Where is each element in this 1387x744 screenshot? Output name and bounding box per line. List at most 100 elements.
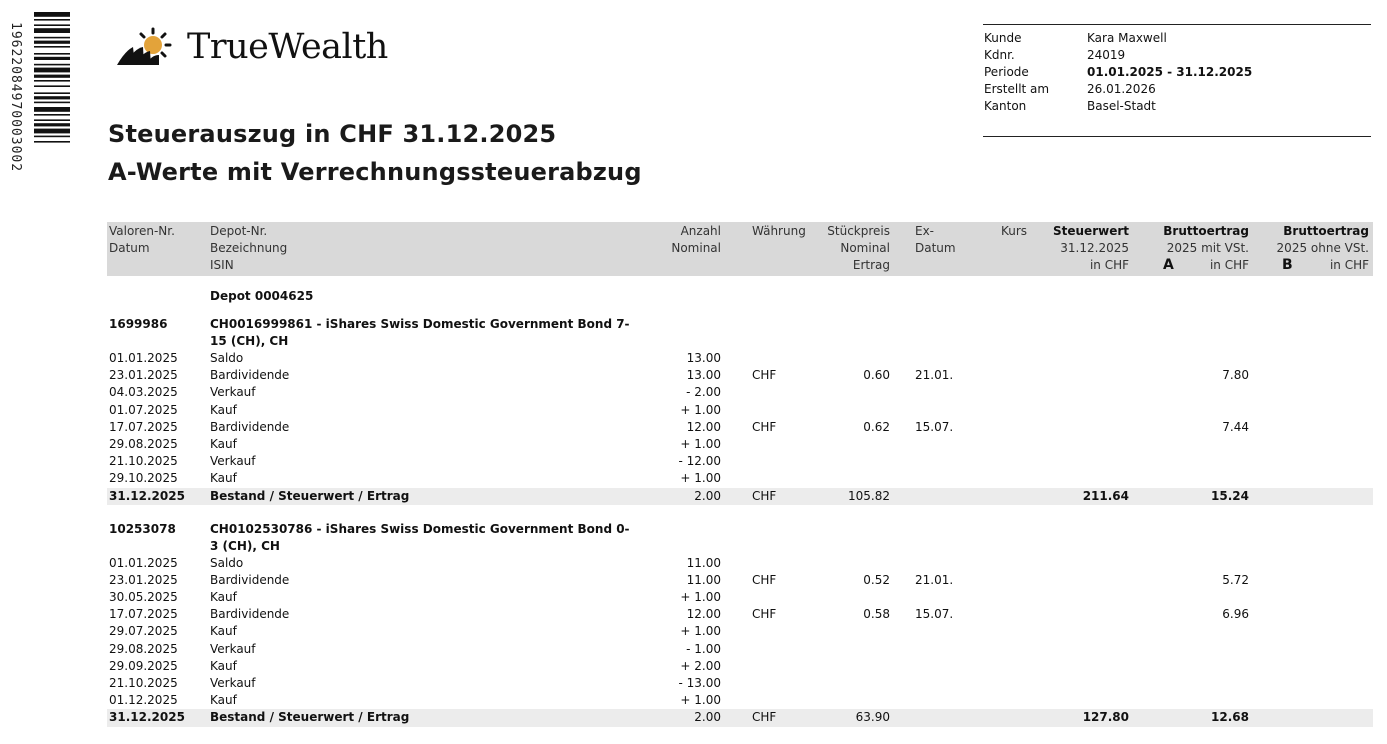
barcode-bar <box>34 74 70 78</box>
barcode-bar <box>34 128 70 134</box>
cell-tax-value: 127.80 <box>1082 710 1129 725</box>
cell-description: Bardividende <box>210 368 290 383</box>
cell-description: Saldo <box>210 351 244 365</box>
cell-quantity: + 1.00 <box>680 624 721 639</box>
info-row: Kunde Kara Maxwell <box>983 30 1371 47</box>
barcode-bar <box>34 114 70 116</box>
barcode-number: 19622084970003002 <box>8 22 23 173</box>
header-label: Datum <box>915 241 956 255</box>
cell-quantity: 13.00 <box>686 368 721 383</box>
header-label: Bruttoertrag <box>1163 224 1249 238</box>
table-row: 29.08.2025 Verkauf - 1.00 <box>107 641 1373 658</box>
table-row: 29.07.2025 Kauf + 1.00 <box>107 623 1373 640</box>
header-label: in CHF <box>1209 258 1249 272</box>
cell-gross-income-a: 7.80 <box>1222 368 1249 383</box>
cell-price: 105.82 <box>848 488 890 503</box>
barcode-bar <box>34 19 70 21</box>
header-label: 31.12.2025 <box>1060 241 1129 255</box>
cell-price: 0.60 <box>863 368 890 383</box>
header-depot-description: Depot-Nr. Bezeichnung ISIN <box>210 223 287 274</box>
security-heading: 1699986 CH0016999861 - iShares Swiss Dome… <box>107 316 1373 350</box>
info-value: 26.01.2026 <box>1087 82 1156 96</box>
table-row: 21.10.2025 Verkauf - 12.00 <box>107 453 1373 470</box>
barcode-bar <box>34 67 70 73</box>
header-label: Bezeichnung <box>210 241 288 255</box>
info-row: Erstellt am 26.01.2026 <box>983 81 1371 98</box>
cell-gross-income-a: 12.68 <box>1211 710 1249 725</box>
header-gross-income-with-vst: Bruttoertrag 2025 mit VSt. in CHF <box>1163 223 1249 274</box>
total-row: 31.12.2025 Bestand / Steuerwert / Ertrag 2… <box>107 487 1373 505</box>
truewealth-logo: TrueWealth <box>113 22 388 72</box>
customer-info-box: Kunde Kara Maxwell Kdnr. 24019 Periode 01.01.… <box>983 24 1371 137</box>
table-row: 29.10.2025 Kauf + 1.00 <box>107 470 1373 487</box>
security-valor: 1699986 <box>109 317 168 331</box>
cell-gross-income-a: 15.24 <box>1211 488 1249 503</box>
cell-quantity: + 1.00 <box>680 693 721 708</box>
table-header: Valoren-Nr. Datum Depot-Nr. Bezeichnung … <box>107 222 1373 276</box>
info-row: Kdnr. 24019 <box>983 47 1371 64</box>
info-label: Kunde <box>984 31 1022 45</box>
cell-currency: CHF <box>752 607 777 622</box>
table-row: 29.08.2025 Kauf + 1.00 <box>107 436 1373 453</box>
total-row: 31.12.2025 Bestand / Steuerwert / Ertrag 2… <box>107 709 1373 727</box>
barcode-bar <box>34 141 70 143</box>
cell-date: 21.10.2025 <box>109 676 178 690</box>
cell-tax-value: 211.64 <box>1082 488 1129 503</box>
cell-description: Kauf <box>210 590 237 605</box>
header-label: Ex- <box>915 224 935 238</box>
cell-quantity: + 1.00 <box>680 471 721 486</box>
logo-wordmark: TrueWealth <box>187 27 388 67</box>
header-label: Datum <box>109 241 150 255</box>
barcode-bar <box>34 119 70 121</box>
security-name: CH0016999861 - iShares Swiss Domestic Go… <box>210 317 630 348</box>
barcode-bar <box>34 85 70 87</box>
header-quantity: Anzahl Nominal <box>671 223 721 257</box>
table-row: 21.10.2025 Verkauf - 13.00 <box>107 675 1373 692</box>
cell-quantity: + 2.00 <box>680 658 721 673</box>
table-row: 17.07.2025 Bardividende 12.00 CHF 0.58 15.07.… <box>107 606 1373 623</box>
cell-quantity: + 1.00 <box>680 590 721 605</box>
info-row: Periode 01.01.2025 - 31.12.2025 <box>983 64 1371 81</box>
cell-gross-income-a: 5.72 <box>1222 572 1249 587</box>
barcode-bar <box>34 123 70 127</box>
cell-date: 04.03.2025 <box>109 385 178 400</box>
header-label: 2025 ohne VSt. <box>1276 241 1369 255</box>
tax-statement-table: Valoren-Nr. Datum Depot-Nr. Bezeichnung … <box>107 222 1373 727</box>
header-ex-date: Ex- Datum <box>915 223 956 257</box>
cell-quantity: 11.00 <box>686 555 721 570</box>
table-row: 04.03.2025 Verkauf - 2.00 <box>107 384 1373 401</box>
cell-quantity: 12.00 <box>686 419 721 434</box>
header-price: Kurs <box>1001 223 1027 240</box>
header-label: Anzahl <box>680 224 721 238</box>
cell-price: 63.90 <box>855 710 890 725</box>
barcode <box>34 12 70 143</box>
info-label: Periode <box>984 65 1029 79</box>
barcode-bar <box>34 36 70 39</box>
cell-date: 29.08.2025 <box>109 436 178 451</box>
security-valor: 10253078 <box>109 521 176 536</box>
cell-ex-date: 15.07. <box>915 419 954 434</box>
cell-date: 01.01.2025 <box>109 555 178 570</box>
header-tax-value: Steuerwert 31.12.2025 in CHF <box>1053 223 1129 274</box>
table-row: 01.07.2025 Kauf + 1.00 <box>107 402 1373 419</box>
cell-date: 29.07.2025 <box>109 624 178 639</box>
cell-quantity: - 2.00 <box>686 385 721 400</box>
table-row: 23.01.2025 Bardividende 11.00 CHF 0.52 21.01.… <box>107 572 1373 589</box>
cell-currency: CHF <box>752 572 777 587</box>
cell-description: Verkauf <box>210 385 256 400</box>
header-unit-price: Stückpreis Nominal Ertrag <box>827 223 890 274</box>
header-label: Nominal <box>840 241 890 255</box>
depot-heading: Depot 0004625 <box>107 276 1373 316</box>
cell-currency: CHF <box>752 368 777 383</box>
cell-date: 31.12.2025 <box>109 488 185 503</box>
cell-description: Bardividende <box>210 419 290 434</box>
cell-quantity: - 12.00 <box>678 454 722 469</box>
header-label: Depot-Nr. <box>210 224 268 238</box>
header-label: ISIN <box>210 258 234 272</box>
cell-quantity: 2.00 <box>694 710 721 725</box>
cell-description: Kauf <box>210 693 237 708</box>
table-row: 29.09.2025 Kauf + 2.00 <box>107 658 1373 675</box>
barcode-bar <box>34 101 70 104</box>
table-row: 17.07.2025 Bardividende 12.00 CHF 0.62 15.07.… <box>107 419 1373 436</box>
